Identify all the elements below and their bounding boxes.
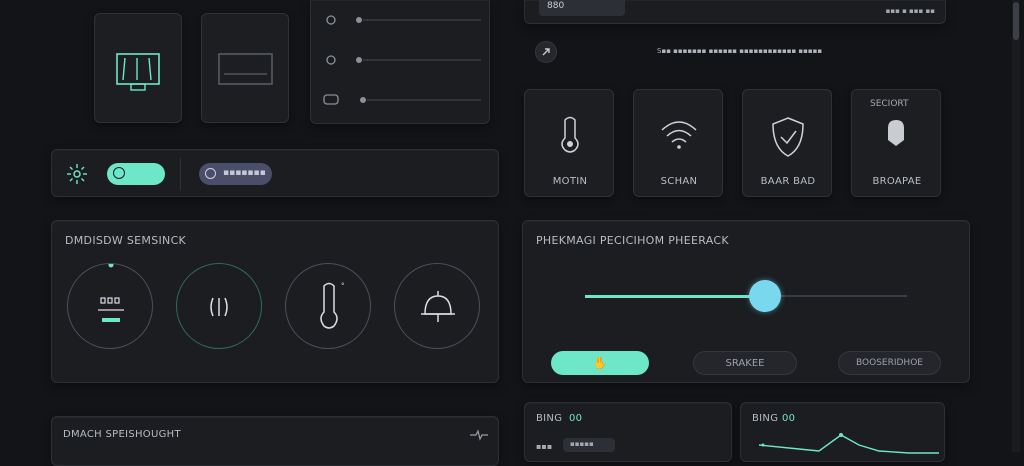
- pill-label: ▪▪▪▪▪▪▪: [223, 168, 266, 178]
- device-circle-2[interactable]: [176, 263, 262, 349]
- sparkline: [759, 433, 939, 454]
- button-label: SRAKEE: [725, 357, 765, 369]
- device-tile-broadcast[interactable]: SECIORT BROAPAE: [851, 89, 941, 197]
- mini-sliders[interactable]: [311, 0, 491, 124]
- monitor-tile[interactable]: [94, 13, 182, 123]
- bell-icon: [421, 291, 455, 322]
- device-tile-shield[interactable]: BAAR BAD: [742, 89, 832, 197]
- monitor-icon: [116, 53, 160, 91]
- wave-icon: [210, 297, 228, 317]
- card-title: BING: [536, 413, 563, 424]
- device-tile-header: SECIORT: [870, 99, 909, 109]
- device-section: DMDISDW SEMSINCK °: [51, 220, 499, 383]
- preset-section-title: PHEKMAGI PECICIHOM PHEERACK: [536, 234, 729, 247]
- button-label: BOOSERIDHOE: [856, 358, 923, 368]
- bottom-left-title: DMACH SPEISHOUGHT: [63, 429, 181, 440]
- info-icon[interactable]: [535, 41, 557, 63]
- bottom-card-2[interactable]: BING 00: [740, 402, 945, 462]
- wifi-icon: [661, 121, 697, 149]
- card-chip[interactable]: ▪▪▪▪▪: [563, 438, 615, 452]
- accent-toggle[interactable]: [107, 163, 165, 185]
- pill-icon: [205, 168, 216, 179]
- card-title: BING: [752, 413, 779, 424]
- device-circle-3[interactable]: °: [285, 263, 371, 349]
- pulse-icon[interactable]: [470, 429, 488, 441]
- scrollbar-thumb[interactable]: [1013, 2, 1019, 40]
- preset-button-boost[interactable]: BOOSERIDHOE: [838, 351, 941, 375]
- device-tile-label: SCHAN: [660, 176, 698, 187]
- bottom-card-1[interactable]: BING 00 ▪▪▪ ▪▪▪▪▪: [524, 402, 732, 462]
- thermometer-icon: °: [320, 282, 345, 329]
- input-value: 880: [547, 1, 565, 11]
- preset-button-hand[interactable]: ✋: [551, 351, 649, 375]
- shield-icon: [772, 117, 804, 157]
- brightness-icon: [67, 164, 87, 184]
- thermometer-icon: [561, 116, 579, 153]
- divider: [180, 158, 181, 190]
- device-circle-4[interactable]: [394, 263, 480, 349]
- bottom-left-panel: DMACH SPEISHOUGHT: [51, 416, 499, 466]
- slider-thumb[interactable]: [749, 280, 782, 312]
- device-tile-motion[interactable]: MOTIN: [524, 89, 614, 197]
- card-value: 00: [782, 413, 796, 424]
- info-text: S▪▪ ▪▪▪▪▪▪▪ ▪▪▪▪▪▪ ▪▪▪▪▪▪▪▪▪▪▪▪ ▪▪▪▪▪: [657, 47, 823, 55]
- device-tile-label: BAAR BAD: [760, 176, 816, 187]
- chip-label: ▪▪▪▪▪: [570, 440, 594, 448]
- value-input[interactable]: 880: [539, 0, 625, 16]
- grid-dots-icon: [98, 262, 124, 322]
- toggle-row: ▪▪▪▪▪▪▪: [51, 149, 499, 197]
- preset-button-brake[interactable]: SRAKEE: [693, 351, 797, 375]
- card-sub-icon: ▪▪▪: [536, 442, 553, 451]
- toggle-knob-icon: [113, 167, 125, 179]
- screen-tile[interactable]: [201, 13, 289, 123]
- preset-section: PHEKMAGI PECICIHOM PHEERACK ✋ SRAKEE BOO…: [522, 220, 970, 383]
- mini-sliders-panel: [310, 0, 490, 124]
- device-circle-1[interactable]: [67, 262, 153, 349]
- scrollbar[interactable]: [1012, 0, 1020, 452]
- hand-icon: ✋: [592, 356, 608, 370]
- device-tile-label: MOTIN: [552, 176, 588, 187]
- screen-icon: [218, 53, 273, 85]
- slider-fill: [585, 294, 766, 298]
- device-tile-label: BROAPAE: [872, 176, 922, 187]
- header-text: ▪▪▪ ▪ ▪▪▪ ▪▪: [885, 7, 935, 15]
- secondary-pill[interactable]: ▪▪▪▪▪▪▪: [199, 163, 272, 185]
- svg-text:°: °: [341, 282, 345, 290]
- top-right-panel: 880 ▪▪▪ ▪ ▪▪▪ ▪▪: [524, 0, 946, 24]
- slider-track[interactable]: [585, 280, 907, 312]
- device-section-title: DMDISDW SEMSINCK: [65, 234, 187, 247]
- device-tile-scan[interactable]: SCHAN: [633, 89, 723, 197]
- card-value: 00: [569, 413, 583, 424]
